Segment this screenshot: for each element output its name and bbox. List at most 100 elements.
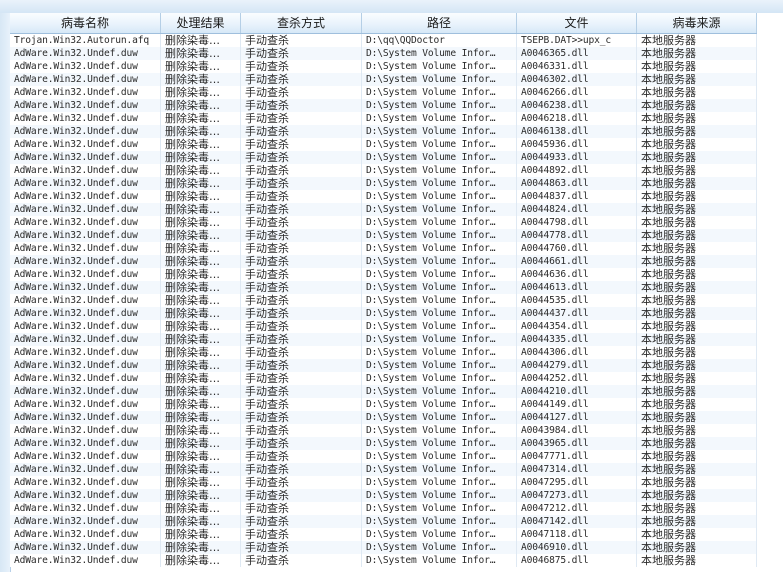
- table-row[interactable]: AdWare.Win32.Undef.duw 删除染毒… 手动查杀 D:\System…: [10, 294, 757, 307]
- file-cell: A0046875.dll: [517, 554, 637, 567]
- file-cell: A0044210.dll: [517, 385, 637, 398]
- scan-method-cell: 手动查杀: [241, 112, 362, 125]
- column-header-result[interactable]: 处理结果: [161, 13, 241, 33]
- table-row[interactable]: Trojan.Win32.Autorun.afq 删除染毒… 手动查杀 D:\qq\Q…: [10, 34, 757, 47]
- source-cell: 本地服务器: [637, 138, 757, 151]
- table-row[interactable]: AdWare.Win32.Undef.duw 删除染毒… 手动查杀 D:\System…: [10, 73, 757, 86]
- result-cell: 删除染毒…: [161, 450, 241, 463]
- scan-method-cell: 手动查杀: [241, 385, 362, 398]
- scan-method-cell: 手动查杀: [241, 73, 362, 86]
- column-header-scan-method[interactable]: 查杀方式: [241, 13, 362, 33]
- table-row[interactable]: AdWare.Win32.Undef.duw 删除染毒… 手动查杀 D:\System…: [10, 138, 757, 151]
- table-row[interactable]: AdWare.Win32.Undef.duw 删除染毒… 手动查杀 D:\System…: [10, 229, 757, 242]
- scan-method-cell: 手动查杀: [241, 47, 362, 60]
- source-cell: 本地服务器: [637, 307, 757, 320]
- table-row[interactable]: AdWare.Win32.Undef.duw 删除染毒… 手动查杀 D:\System…: [10, 86, 757, 99]
- table-row[interactable]: AdWare.Win32.Undef.duw 删除染毒… 手动查杀 D:\System…: [10, 268, 757, 281]
- source-cell: 本地服务器: [637, 255, 757, 268]
- file-cell: A0046218.dll: [517, 112, 637, 125]
- table-row[interactable]: AdWare.Win32.Undef.duw 删除染毒… 手动查杀 D:\System…: [10, 125, 757, 138]
- table-row[interactable]: AdWare.Win32.Undef.duw 删除染毒… 手动查杀 D:\System…: [10, 385, 757, 398]
- table-row[interactable]: AdWare.Win32.Undef.duw 删除染毒… 手动查杀 D:\System…: [10, 216, 757, 229]
- table-row[interactable]: AdWare.Win32.Undef.duw 删除染毒… 手动查杀 D:\System…: [10, 99, 757, 112]
- column-header-path[interactable]: 路径: [362, 13, 517, 33]
- table-row[interactable]: AdWare.Win32.Undef.duw 删除染毒… 手动查杀 D:\System…: [10, 489, 757, 502]
- table-row[interactable]: AdWare.Win32.Undef.duw 删除染毒… 手动查杀 D:\System…: [10, 502, 757, 515]
- table-row[interactable]: AdWare.Win32.Undef.duw 删除染毒… 手动查杀 D:\System…: [10, 255, 757, 268]
- table-row[interactable]: AdWare.Win32.Undef.duw 删除染毒… 手动查杀 D:\System…: [10, 463, 757, 476]
- path-cell: D:\System Volume Infor…: [362, 515, 517, 528]
- table-row[interactable]: AdWare.Win32.Undef.duw 删除染毒… 手动查杀 D:\System…: [10, 554, 757, 567]
- column-header-file[interactable]: 文件: [517, 13, 637, 33]
- source-cell: 本地服务器: [637, 437, 757, 450]
- column-header-source[interactable]: 病毒来源: [637, 13, 757, 33]
- virus-name-cell: AdWare.Win32.Undef.duw: [10, 411, 161, 424]
- virus-name-cell: AdWare.Win32.Undef.duw: [10, 385, 161, 398]
- result-cell: 删除染毒…: [161, 372, 241, 385]
- table-row[interactable]: AdWare.Win32.Undef.duw 删除染毒… 手动查杀 D:\System…: [10, 177, 757, 190]
- scan-method-cell: 手动查杀: [241, 372, 362, 385]
- file-cell: A0044863.dll: [517, 177, 637, 190]
- virus-name-cell: AdWare.Win32.Undef.duw: [10, 515, 161, 528]
- path-cell: D:\System Volume Infor…: [362, 554, 517, 567]
- scan-method-cell: 手动查杀: [241, 60, 362, 73]
- result-cell: 删除染毒…: [161, 476, 241, 489]
- table-row[interactable]: AdWare.Win32.Undef.duw 删除染毒… 手动查杀 D:\System…: [10, 151, 757, 164]
- file-cell: A0046910.dll: [517, 541, 637, 554]
- table-row[interactable]: AdWare.Win32.Undef.duw 删除染毒… 手动查杀 D:\System…: [10, 242, 757, 255]
- source-cell: 本地服务器: [637, 99, 757, 112]
- scan-method-cell: 手动查杀: [241, 281, 362, 294]
- table-row[interactable]: AdWare.Win32.Undef.duw 删除染毒… 手动查杀 D:\System…: [10, 190, 757, 203]
- table-row[interactable]: AdWare.Win32.Undef.duw 删除染毒… 手动查杀 D:\System…: [10, 515, 757, 528]
- table-row[interactable]: AdWare.Win32.Undef.duw 删除染毒… 手动查杀 D:\System…: [10, 528, 757, 541]
- virus-name-cell: AdWare.Win32.Undef.duw: [10, 268, 161, 281]
- virus-name-cell: AdWare.Win32.Undef.duw: [10, 112, 161, 125]
- file-cell: TSEPB.DAT>>upx_c: [517, 34, 637, 47]
- file-cell: A0044306.dll: [517, 346, 637, 359]
- source-cell: 本地服务器: [637, 541, 757, 554]
- table-row[interactable]: AdWare.Win32.Undef.duw 删除染毒… 手动查杀 D:\System…: [10, 307, 757, 320]
- table-row[interactable]: AdWare.Win32.Undef.duw 删除染毒… 手动查杀 D:\System…: [10, 450, 757, 463]
- table-row[interactable]: AdWare.Win32.Undef.duw 删除染毒… 手动查杀 D:\System…: [10, 437, 757, 450]
- path-cell: D:\System Volume Infor…: [362, 385, 517, 398]
- file-cell: A0047118.dll: [517, 528, 637, 541]
- table-row[interactable]: AdWare.Win32.Undef.duw 删除染毒… 手动查杀 D:\System…: [10, 372, 757, 385]
- column-header-virus-name[interactable]: 病毒名称: [10, 13, 161, 33]
- path-cell: D:\System Volume Infor…: [362, 47, 517, 60]
- table-row[interactable]: AdWare.Win32.Undef.duw 删除染毒… 手动查杀 D:\System…: [10, 346, 757, 359]
- result-cell: 删除染毒…: [161, 151, 241, 164]
- table-row[interactable]: AdWare.Win32.Undef.duw 删除染毒… 手动查杀 D:\System…: [10, 541, 757, 554]
- virus-name-cell: AdWare.Win32.Undef.duw: [10, 450, 161, 463]
- file-cell: A0047295.dll: [517, 476, 637, 489]
- table-row[interactable]: AdWare.Win32.Undef.duw 删除染毒… 手动查杀 D:\System…: [10, 333, 757, 346]
- table-row[interactable]: AdWare.Win32.Undef.duw 删除染毒… 手动查杀 D:\System…: [10, 476, 757, 489]
- result-cell: 删除染毒…: [161, 138, 241, 151]
- table-row[interactable]: AdWare.Win32.Undef.duw 删除染毒… 手动查杀 D:\System…: [10, 411, 757, 424]
- table-row[interactable]: AdWare.Win32.Undef.duw 删除染毒… 手动查杀 D:\System…: [10, 424, 757, 437]
- scan-method-cell: 手动查杀: [241, 554, 362, 567]
- result-cell: 删除染毒…: [161, 411, 241, 424]
- virus-log-table: 病毒名称 处理结果 查杀方式 路径 文件 病毒来源 Trojan.Win32.A…: [0, 13, 783, 572]
- result-cell: 删除染毒…: [161, 424, 241, 437]
- table-row[interactable]: AdWare.Win32.Undef.duw 删除染毒… 手动查杀 D:\System…: [10, 281, 757, 294]
- virus-name-cell: AdWare.Win32.Undef.duw: [10, 307, 161, 320]
- result-cell: 删除染毒…: [161, 359, 241, 372]
- table-row[interactable]: AdWare.Win32.Undef.duw 删除染毒… 手动查杀 D:\System…: [10, 320, 757, 333]
- table-row[interactable]: AdWare.Win32.Undef.duw 删除染毒… 手动查杀 D:\System…: [10, 47, 757, 60]
- result-cell: 删除染毒…: [161, 242, 241, 255]
- result-cell: 删除染毒…: [161, 320, 241, 333]
- file-cell: A0044760.dll: [517, 242, 637, 255]
- path-cell: D:\System Volume Infor…: [362, 411, 517, 424]
- table-row[interactable]: AdWare.Win32.Undef.duw 删除染毒… 手动查杀 D:\System…: [10, 398, 757, 411]
- virus-name-cell: AdWare.Win32.Undef.duw: [10, 554, 161, 567]
- result-cell: 删除染毒…: [161, 528, 241, 541]
- table-row[interactable]: AdWare.Win32.Undef.duw 删除染毒… 手动查杀 D:\System…: [10, 164, 757, 177]
- table-row[interactable]: AdWare.Win32.Undef.duw 删除染毒… 手动查杀 D:\System…: [10, 60, 757, 73]
- file-cell: A0043965.dll: [517, 437, 637, 450]
- result-cell: 删除染毒…: [161, 281, 241, 294]
- table-row[interactable]: AdWare.Win32.Undef.duw 删除染毒… 手动查杀 D:\System…: [10, 203, 757, 216]
- file-cell: A0044798.dll: [517, 216, 637, 229]
- empty-column-area: [757, 33, 783, 572]
- table-row[interactable]: AdWare.Win32.Undef.duw 删除染毒… 手动查杀 D:\System…: [10, 359, 757, 372]
- table-row[interactable]: AdWare.Win32.Undef.duw 删除染毒… 手动查杀 D:\System…: [10, 112, 757, 125]
